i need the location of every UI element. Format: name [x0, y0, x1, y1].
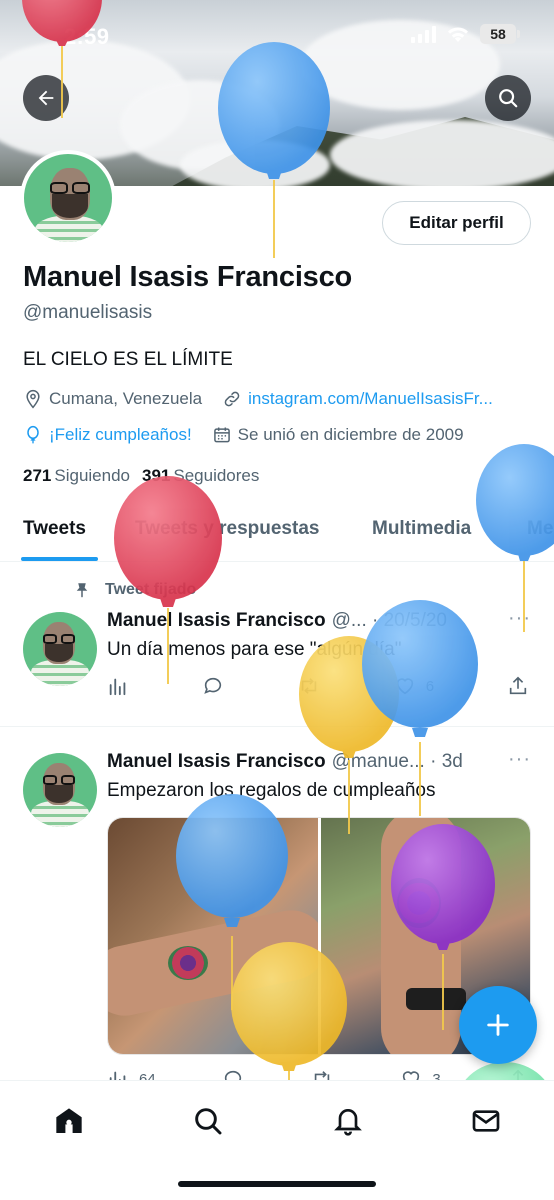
- birthday-text[interactable]: ¡Feliz cumpleaños!: [49, 425, 192, 445]
- search-button[interactable]: [485, 75, 531, 121]
- status-time: 2:59: [64, 24, 110, 49]
- bell-icon: [334, 1109, 362, 1136]
- pinned-indicator: Tweet fijado: [73, 580, 196, 600]
- tweet-avatar[interactable]: [23, 753, 97, 827]
- followers-count: 391: [142, 466, 171, 485]
- following-label: Siguiendo: [54, 466, 130, 485]
- retweet-button[interactable]: [297, 675, 321, 697]
- tab-tweets-replies[interactable]: Tweets y respuestas: [135, 518, 319, 540]
- views-button[interactable]: [107, 675, 129, 697]
- wifi-icon: [448, 27, 468, 42]
- like-count: 6: [425, 677, 435, 695]
- tweet-meta: @... · 20/5/20: [331, 610, 447, 631]
- follow-counts: 271 Siguiendo 391 Seguidores: [23, 466, 259, 486]
- mail-icon: [472, 1110, 500, 1132]
- tweet-photo[interactable]: [108, 818, 318, 1054]
- link-icon: [224, 391, 240, 407]
- edit-profile-button[interactable]: Editar perfil: [382, 201, 531, 245]
- share-button[interactable]: [507, 675, 529, 697]
- reply-button[interactable]: [202, 675, 224, 697]
- battery-icon: 58: [480, 24, 520, 44]
- balloon-yellow: [299, 636, 399, 834]
- home-icon: [56, 1108, 82, 1133]
- tweet-meta: @manue... · 3d: [331, 751, 463, 772]
- joined-text: Se unió en diciembre de 2009: [237, 425, 464, 444]
- tweet-text: Un día menos para ese "algún día": [107, 639, 402, 660]
- profile-meta-row: ¡Feliz cumpleaños! Se unió en diciembre …: [23, 425, 484, 445]
- avatar: [23, 753, 97, 827]
- tweet-header: Manuel Isasis Francisco @... · 20/5/20: [107, 610, 527, 632]
- tweet-author-name[interactable]: Manuel Isasis Francisco: [107, 751, 326, 773]
- location-pin-icon: [26, 389, 40, 409]
- home-indicator: [178, 1181, 376, 1187]
- more-options-icon[interactable]: ···: [508, 607, 531, 630]
- back-button[interactable]: [23, 75, 69, 121]
- pinned-label: Tweet fijado: [105, 581, 197, 598]
- banner-cloud: [180, 140, 330, 186]
- location: Cumana, Venezuela: [23, 389, 202, 409]
- profile-meta-row: Cumana, Venezuela instagram.com/ManuelIs…: [23, 389, 513, 409]
- arrow-left-icon: [38, 90, 54, 106]
- tab-likes[interactable]: Me: [527, 518, 553, 540]
- avatar: [24, 154, 112, 242]
- search-icon: [195, 1108, 222, 1135]
- nav-messages[interactable]: [466, 1101, 506, 1141]
- followers-label: Seguidores: [173, 466, 260, 485]
- tweet-text: Empezaron los regalos de cumpleaños: [107, 780, 436, 801]
- chat-bubble-icon: [204, 677, 222, 694]
- search-icon: [499, 89, 518, 108]
- tweet-author-name[interactable]: Manuel Isasis Francisco: [107, 610, 326, 632]
- nav-explore[interactable]: [188, 1101, 228, 1141]
- balloon-icon: [27, 425, 39, 444]
- tweet-actions: 6: [107, 675, 529, 697]
- profile-handle: @manuelisasis: [23, 302, 153, 323]
- share-icon: [509, 676, 527, 695]
- website-link[interactable]: instagram.com/ManuelIsasisFr...: [248, 389, 493, 409]
- nav-notifications[interactable]: [328, 1101, 368, 1141]
- active-tab-indicator: [21, 557, 98, 561]
- profile-tabs: Tweets Tweets y respuestas Multimedia Me: [0, 500, 554, 562]
- compose-tweet-button[interactable]: [459, 986, 537, 1064]
- avatar: [23, 612, 97, 686]
- following-count: 271: [23, 466, 52, 485]
- profile-avatar[interactable]: [20, 150, 116, 246]
- like-button[interactable]: 6: [394, 675, 434, 697]
- tab-tweets[interactable]: Tweets: [23, 518, 86, 540]
- bar-chart-icon: [109, 678, 126, 696]
- followers-link[interactable]: 391 Seguidores: [142, 466, 259, 486]
- pin-icon: [76, 583, 88, 598]
- tweet-avatar[interactable]: [23, 612, 97, 686]
- tab-media[interactable]: Multimedia: [372, 518, 471, 540]
- birthday[interactable]: ¡Feliz cumpleaños!: [23, 425, 192, 445]
- more-options-icon[interactable]: ···: [508, 748, 531, 771]
- plus-icon: [487, 1014, 509, 1036]
- calendar-icon: [213, 427, 230, 443]
- location-text: Cumana, Venezuela: [49, 389, 203, 408]
- following-link[interactable]: 271 Siguiendo: [23, 466, 130, 486]
- banner-cloud: [330, 120, 554, 186]
- cellular-signal-icon: [411, 25, 436, 43]
- tweet-header: Manuel Isasis Francisco @manue... · 3d: [107, 751, 527, 773]
- heart-icon: [396, 678, 413, 695]
- nav-home[interactable]: [49, 1101, 89, 1141]
- profile-bio: EL CIELO ES EL LÍMITE: [23, 349, 233, 370]
- status-icons: 58: [411, 24, 520, 44]
- retweet-icon: [301, 678, 317, 694]
- tweet-divider: [0, 726, 554, 727]
- website[interactable]: instagram.com/ManuelIsasisFr...: [222, 389, 493, 409]
- profile-screen: 2:59 58 Editar perfil Manuel Isasis Fran…: [0, 0, 554, 1200]
- profile-name: Manuel Isasis Francisco: [23, 261, 353, 293]
- joined-date: Se unió en diciembre de 2009: [212, 425, 464, 445]
